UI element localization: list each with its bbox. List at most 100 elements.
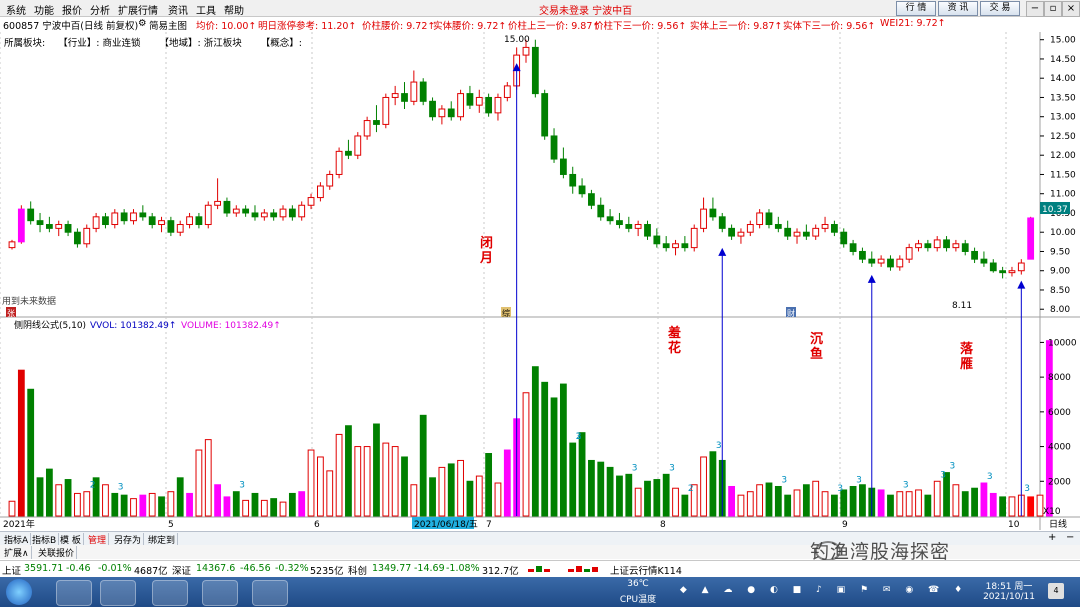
volume-bar bbox=[494, 482, 502, 517]
menu-help[interactable]: 帮助 bbox=[224, 2, 244, 17]
zoom-in-button[interactable]: + bbox=[1048, 532, 1056, 543]
volume-bar bbox=[812, 480, 820, 517]
candle-body bbox=[401, 93, 408, 102]
candle-body bbox=[8, 241, 16, 249]
volume-bar bbox=[130, 498, 137, 517]
volume-bar bbox=[17, 369, 25, 517]
candle-body bbox=[251, 212, 259, 218]
candle-body bbox=[102, 216, 109, 226]
indicator-gear-icon[interactable]: ⚙ bbox=[138, 18, 147, 29]
candle-body bbox=[242, 208, 250, 214]
volume-bar bbox=[662, 473, 670, 517]
taskbar-app-icon-1[interactable] bbox=[56, 580, 92, 606]
volume-bar bbox=[1008, 496, 1016, 517]
menu-bar: 系统 功能 报价 分析 扩展行情 资讯 工具 帮助 交易未登录 宁波中百 行 情… bbox=[0, 0, 1080, 17]
volume-marker: 3 bbox=[837, 484, 843, 494]
volume-bar bbox=[475, 475, 483, 517]
lower-third-price: 价柱下三一价: 9.56↑ bbox=[594, 21, 687, 32]
volume-bar bbox=[746, 491, 754, 517]
volume-bar bbox=[616, 475, 623, 517]
volume-bar bbox=[251, 492, 259, 517]
sh-index-value: 3591.71 bbox=[24, 563, 64, 574]
volume-bar bbox=[933, 480, 941, 517]
volume-bar bbox=[625, 473, 633, 517]
sz-index-name[interactable]: 深证 bbox=[172, 563, 191, 577]
volume-bar bbox=[223, 496, 231, 517]
taskbar-wechat-icon[interactable] bbox=[202, 580, 238, 606]
candle-body bbox=[653, 235, 661, 245]
candle-body bbox=[1017, 262, 1025, 272]
minimize-icon[interactable]: − bbox=[1026, 1, 1044, 17]
close-icon[interactable]: × bbox=[1062, 1, 1080, 17]
low-price-label: 8.11 bbox=[952, 301, 972, 311]
market-button[interactable]: 行 情 bbox=[896, 1, 936, 16]
candle-body bbox=[859, 250, 866, 260]
menu-system[interactable]: 系统 bbox=[6, 2, 26, 17]
sh-index-name[interactable]: 上证 bbox=[2, 563, 21, 577]
indicator-name[interactable]: 简易主图 bbox=[149, 18, 187, 32]
taskbar-app-icon-2[interactable] bbox=[100, 580, 136, 606]
price-tick-label: 13.00 bbox=[1050, 113, 1076, 123]
start-button-icon[interactable] bbox=[6, 579, 32, 605]
date-tick-label: 10 bbox=[1008, 520, 1020, 530]
candle-body bbox=[17, 208, 25, 243]
menu-analysis[interactable]: 分析 bbox=[90, 2, 110, 17]
menu-extended-market[interactable]: 扩展行情 bbox=[118, 2, 158, 17]
taskbar-app-icon-3[interactable] bbox=[152, 580, 188, 606]
candle-body bbox=[559, 158, 567, 175]
volume-marker: 2 bbox=[90, 481, 96, 491]
annotation-arrow-head bbox=[1017, 280, 1026, 289]
volume-bar bbox=[270, 498, 278, 517]
menu-news[interactable]: 资讯 bbox=[168, 2, 188, 17]
sh-index-change: -0.46 bbox=[66, 563, 91, 574]
period-label[interactable]: 日线 bbox=[1049, 518, 1067, 530]
candle-body bbox=[419, 81, 427, 102]
candle-body bbox=[877, 258, 885, 264]
candle-body bbox=[260, 212, 268, 218]
volume-bar bbox=[382, 442, 390, 517]
candle-body bbox=[709, 208, 717, 218]
maximize-icon[interactable]: ▫ bbox=[1044, 1, 1062, 17]
candle-body bbox=[634, 224, 642, 229]
volume-bar bbox=[597, 461, 605, 517]
candle-body bbox=[737, 231, 745, 237]
volume-title[interactable]: 侧阴线公式(5,10) bbox=[14, 319, 86, 331]
volume-bar bbox=[307, 449, 315, 517]
trade-button[interactable]: 交 易 bbox=[980, 1, 1020, 16]
tab-related-quote[interactable]: 关联报价 bbox=[36, 546, 78, 559]
volume-bar bbox=[45, 468, 53, 517]
candle-body bbox=[849, 243, 857, 252]
price-tick-label: 9.50 bbox=[1050, 247, 1070, 257]
body-waist-price: 实体腰价: 9.72↑ bbox=[433, 21, 507, 32]
cloud-quote-status[interactable]: 上证云行情K114 bbox=[610, 563, 682, 577]
kline-chart[interactable]: 2 3 323333 333333233 15.0014.5014.0013.5013… bbox=[0, 32, 1080, 532]
sz-index-pct: -0.32% bbox=[275, 563, 309, 574]
taskbar-app-icon-5[interactable] bbox=[252, 580, 288, 606]
volume-bar bbox=[989, 492, 997, 517]
candle-body bbox=[176, 224, 184, 233]
annotation-arrow-head bbox=[718, 247, 727, 256]
menu-function[interactable]: 功能 bbox=[34, 2, 54, 17]
candle-body bbox=[522, 46, 530, 56]
candle-body bbox=[746, 224, 754, 233]
candle-body bbox=[597, 204, 605, 218]
indicator-info-bar: 600857 宁波中百(日线 前复权) ⚙ 简易主图 均价: 10.00↑ 明日… bbox=[0, 17, 1040, 32]
clock-time[interactable]: 18:51 周一 bbox=[974, 579, 1044, 592]
tab-extend[interactable]: 扩展∧ bbox=[2, 546, 32, 559]
news-button[interactable]: 资 讯 bbox=[938, 1, 978, 16]
notification-icon[interactable]: 4 bbox=[1048, 583, 1064, 599]
zoom-out-button[interactable]: − bbox=[1066, 532, 1074, 543]
candle-body bbox=[186, 216, 193, 226]
index-status-bar: 上证 3591.71 -0.46 -0.01% 4687亿 深证 14367.6… bbox=[0, 560, 1080, 577]
volume-bar bbox=[644, 480, 651, 517]
kc-index-name[interactable]: 科创 bbox=[348, 563, 367, 577]
menu-quote[interactable]: 报价 bbox=[62, 2, 82, 17]
volume-bar bbox=[578, 432, 586, 517]
menu-tools[interactable]: 工具 bbox=[196, 2, 216, 17]
candle-body bbox=[971, 250, 978, 260]
clock-date[interactable]: 2021/10/11 bbox=[974, 592, 1044, 602]
marker-zong-text: 综 bbox=[502, 308, 510, 318]
candle-body bbox=[457, 93, 464, 118]
tray-icons[interactable]: ◆ ▲ ☁ ● ◐ ■ ♪ ▣ ⚑ ✉ ◉ ☎ ♦ bbox=[674, 585, 974, 595]
date-tick-label: 8 bbox=[660, 520, 666, 530]
